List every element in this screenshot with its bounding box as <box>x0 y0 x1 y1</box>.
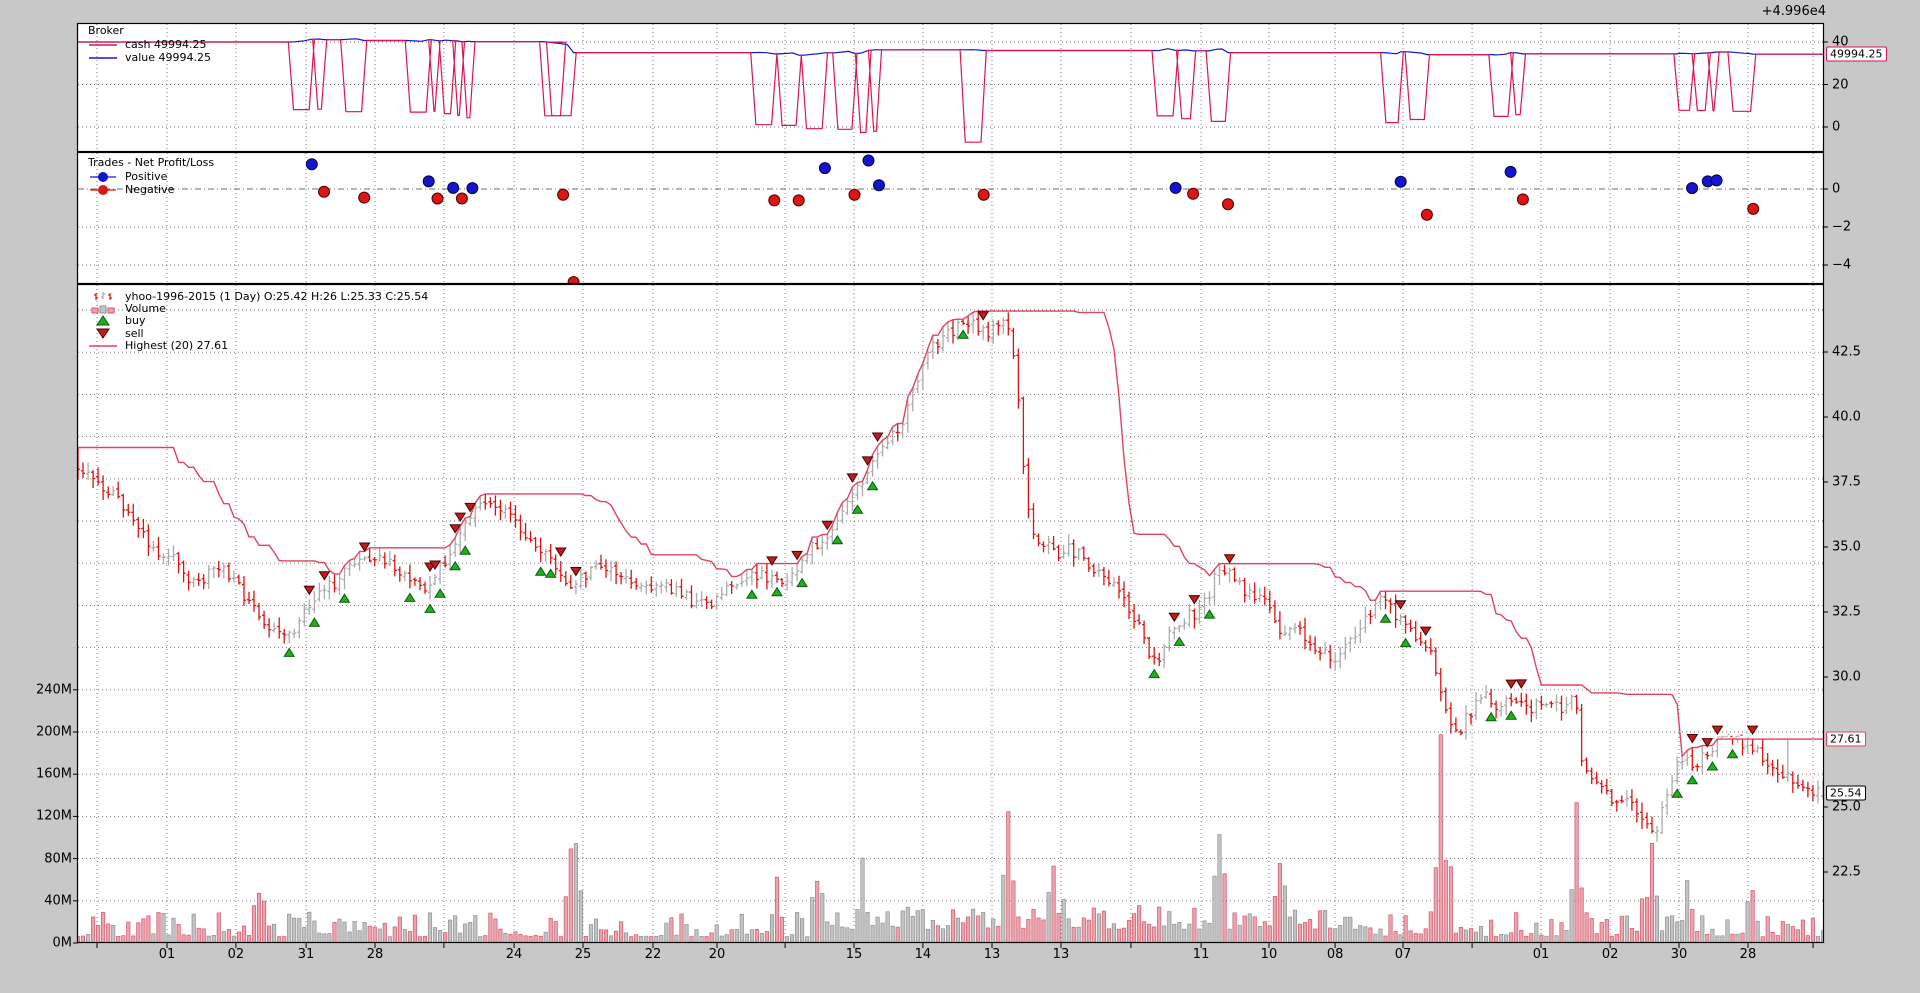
volume-swatch <box>88 304 118 314</box>
price-tick-label: 40.0 <box>1832 410 1861 425</box>
price-tick-label: 25.0 <box>1832 800 1861 815</box>
x-tick-label: 01 <box>159 947 176 962</box>
x-tick-label: 31 <box>298 947 315 962</box>
x-tick-label: 10 <box>1261 947 1278 962</box>
sell-marker-swatch <box>88 328 118 339</box>
volume-tick-label: 0M <box>0 936 72 951</box>
x-tick-label: 14 <box>915 947 932 962</box>
legend-label-cash: cash 49994.25 <box>125 38 206 51</box>
x-tick-label: 08 <box>1327 947 1344 962</box>
x-tick-label: 20 <box>709 947 726 962</box>
trades-y-tick-label: −4 <box>1832 258 1851 273</box>
cash-line-swatch <box>88 43 118 47</box>
highest-value-tag: 27.61 <box>1826 732 1866 747</box>
volume-tick-label: 40M <box>0 893 72 908</box>
legend-label-highest: Highest (20) 27.61 <box>125 339 228 352</box>
price-tick-label: 35.0 <box>1832 540 1861 555</box>
trades-y-tick-label: 0 <box>1832 182 1840 197</box>
x-tick-label: 02 <box>1602 947 1619 962</box>
legend-item-cash: cash 49994.25 <box>88 38 211 51</box>
chart-canvas <box>0 0 1920 993</box>
x-tick-label: 28 <box>1740 947 1757 962</box>
legend-item-data-series: yhoo-1996-2015 (1 Day) O:25.42 H:26 L:25… <box>88 290 428 302</box>
price-tick-label: 32.5 <box>1832 605 1861 620</box>
trades-legend: Trades - Net Profit/Loss Positive Negati… <box>88 156 214 196</box>
legend-label-negative: Negative <box>125 183 174 196</box>
legend-item-sell: sell <box>88 327 428 339</box>
legend-label-positive: Positive <box>125 170 167 183</box>
x-tick-label: 15 <box>846 947 863 962</box>
legend-item-negative: Negative <box>88 183 214 196</box>
broker-y-tick-label: 40 <box>1832 35 1849 50</box>
volume-tick-label: 240M <box>0 682 72 697</box>
trades-y-tick-label: −2 <box>1832 220 1851 235</box>
price-tick-label: 37.5 <box>1832 475 1861 490</box>
legend-label-sell: sell <box>125 327 144 340</box>
x-tick-label: 11 <box>1193 947 1210 962</box>
x-tick-label: 13 <box>984 947 1001 962</box>
trades-legend-title: Trades - Net Profit/Loss <box>88 156 214 169</box>
volume-tick-label: 160M <box>0 767 72 782</box>
x-tick-label: 25 <box>575 947 592 962</box>
buy-marker-swatch <box>88 315 118 326</box>
volume-tick-label: 200M <box>0 725 72 740</box>
broker-legend: Broker cash 49994.25 value 49994.25 <box>88 24 211 64</box>
x-tick-label: 13 <box>1053 947 1070 962</box>
legend-item-positive: Positive <box>88 170 214 183</box>
highest-line-swatch <box>88 344 118 348</box>
broker-legend-title: Broker <box>88 24 211 37</box>
x-tick-label: 28 <box>367 947 384 962</box>
negative-dot-swatch <box>88 184 118 196</box>
legend-label-data-series: yhoo-1996-2015 (1 Day) O:25.42 H:26 L:25… <box>125 290 428 303</box>
ohlc-swatch <box>88 291 118 302</box>
x-tick-label: 01 <box>1533 947 1550 962</box>
x-tick-label: 22 <box>645 947 662 962</box>
volume-tick-label: 80M <box>0 851 72 866</box>
legend-item-buy: buy <box>88 315 428 327</box>
price-tick-label: 22.5 <box>1832 865 1861 880</box>
x-tick-label: 02 <box>228 947 245 962</box>
last-close-tag: 25.54 <box>1826 785 1866 800</box>
x-tick-label: 30 <box>1671 947 1688 962</box>
backtest-figure: +4.996e4 Broker cash 49994.25 value 4999… <box>0 0 1920 993</box>
legend-item-volume: Volume <box>88 302 428 314</box>
price-tick-label: 30.0 <box>1832 670 1861 685</box>
broker-y-tick-label: 0 <box>1832 120 1840 135</box>
price-tick-label: 42.5 <box>1832 345 1861 360</box>
legend-item-highest: Highest (20) 27.61 <box>88 340 428 352</box>
axis-offset-text: +4.996e4 <box>1762 4 1826 19</box>
volume-tick-label: 120M <box>0 809 72 824</box>
value-line-swatch <box>88 56 118 60</box>
legend-label-buy: buy <box>125 314 145 327</box>
x-tick-label: 24 <box>506 947 523 962</box>
x-tick-label: 07 <box>1395 947 1412 962</box>
legend-label-volume: Volume <box>125 302 166 315</box>
broker-y-tick-label: 20 <box>1832 77 1849 92</box>
price-legend: yhoo-1996-2015 (1 Day) O:25.42 H:26 L:25… <box>88 290 428 352</box>
positive-dot-swatch <box>88 171 118 183</box>
legend-label-value: value 49994.25 <box>125 51 211 64</box>
legend-item-value: value 49994.25 <box>88 51 211 64</box>
